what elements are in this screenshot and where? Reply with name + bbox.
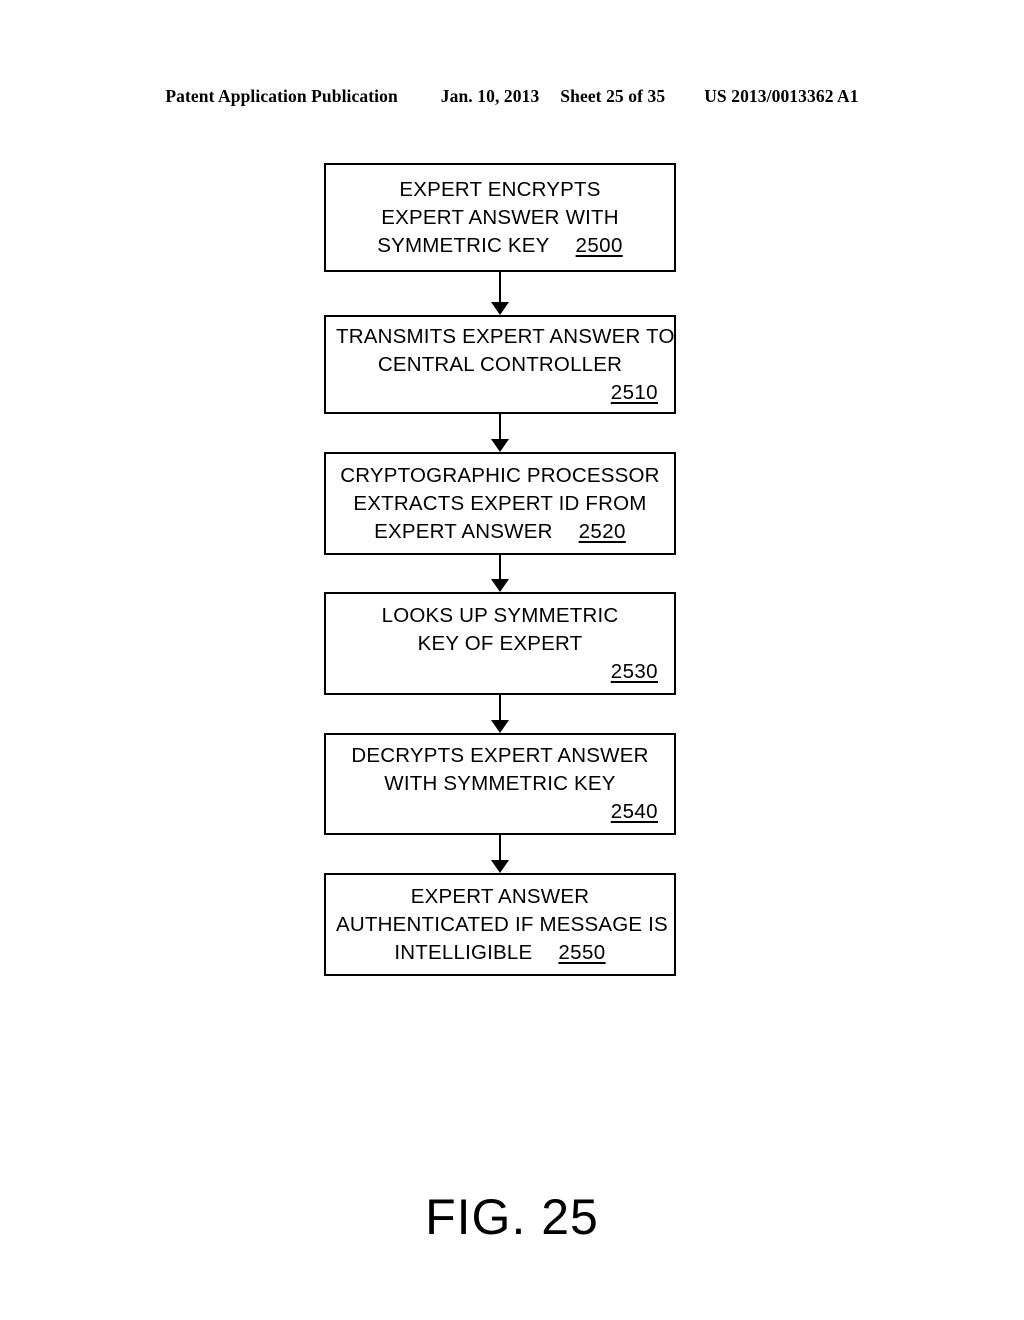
step-text-line: INTELLIGIBLE 2550: [336, 939, 664, 967]
step-text-line: WITH SYMMETRIC KEY: [384, 772, 616, 795]
step-text-line: EXTRACTS EXPERT ID FROM: [353, 491, 647, 515]
step-text-line: TRANSMITS EXPERT ANSWER TO: [336, 324, 675, 348]
step-text-line: EXPERT ANSWER: [374, 519, 553, 543]
step-text-line: KEY OF EXPERT: [417, 631, 583, 655]
step-text-line: DECRYPTS EXPERT ANSWER: [351, 744, 649, 767]
step-text-line: LOOKS UP SYMMETRIC: [381, 603, 619, 627]
step-text-block: CRYPTOGRAPHIC PROCESSOR EXTRACTS EXPERT I…: [336, 462, 664, 546]
flowchart-diagram: EXPERT ENCRYPTS EXPERT ANSWER WITH SYMMETR…: [324, 163, 676, 976]
down-arrow-icon: [324, 555, 676, 592]
flowchart-step-2510: TRANSMITS EXPERT ANSWER TO CENTRAL CONTRO…: [324, 315, 676, 414]
flowchart-step-2530: LOOKS UP SYMMETRIC KEY OF EXPERT 2530: [324, 592, 676, 695]
step-text-line: CRYPTOGRAPHIC PROCESSOR: [340, 463, 660, 487]
flowchart-step-2500: EXPERT ENCRYPTS EXPERT ANSWER WITH SYMMETR…: [324, 163, 676, 272]
step-text-line: EXPERT ANSWER WITH: [381, 205, 619, 229]
step-text-block: LOOKS UP SYMMETRIC KEY OF EXPERT 2530: [336, 602, 664, 686]
arrow-shaft: [499, 835, 501, 860]
arrow-head: [491, 302, 509, 315]
reference-numeral-line: 2510: [336, 379, 664, 407]
header-sheet-label: Sheet 25 of 35: [560, 86, 666, 106]
step-text-line: SYMMETRIC KEY 2500: [336, 232, 664, 260]
reference-numeral: 2510: [610, 380, 658, 404]
arrow-shaft: [499, 414, 501, 439]
reference-numeral: 2550: [558, 940, 606, 964]
reference-numeral: 2520: [578, 519, 626, 543]
step-text-line: EXPERT ENCRYPTS: [399, 177, 601, 201]
reference-numeral-line: 2530: [336, 658, 664, 686]
reference-numeral-line: 2540: [336, 798, 664, 826]
step-text-line: SYMMETRIC KEY: [377, 233, 550, 257]
step-text-line: CENTRAL CONTROLLER: [377, 352, 623, 376]
step-text-line: AUTHENTICATED IF MESSAGE IS: [336, 912, 668, 936]
figure-caption: FIG. 25: [425, 1189, 599, 1245]
flowchart-step-2550: EXPERT ANSWER AUTHENTICATED IF MESSAGE IS…: [324, 873, 676, 976]
step-text-line: INTELLIGIBLE: [394, 940, 533, 964]
arrow-shaft: [499, 695, 501, 720]
header-publication-label: Patent Application Publication: [165, 86, 398, 106]
down-arrow-icon: [324, 414, 676, 452]
reference-numeral: 2540: [610, 800, 658, 823]
step-text-block: DECRYPTS EXPERT ANSWER WITH SYMMETRIC KEY…: [336, 742, 664, 826]
arrow-head: [491, 720, 509, 733]
step-text-line: EXPERT ANSWER: [410, 884, 590, 908]
step-text-block: TRANSMITS EXPERT ANSWER TO CENTRAL CONTRO…: [336, 323, 675, 407]
header-date-label: Jan. 10, 2013: [440, 86, 540, 106]
down-arrow-icon: [324, 695, 676, 733]
page-header: Patent Application Publication Jan. 10, …: [0, 86, 1024, 107]
reference-numeral: 2530: [610, 659, 658, 683]
reference-numeral: 2500: [575, 233, 623, 257]
arrow-shaft: [499, 272, 501, 302]
arrow-head: [491, 579, 509, 592]
step-text-block: EXPERT ENCRYPTS EXPERT ANSWER WITH SYMMETR…: [336, 176, 664, 260]
flowchart-step-2540: DECRYPTS EXPERT ANSWER WITH SYMMETRIC KEY…: [324, 733, 676, 835]
arrow-shaft: [499, 555, 501, 579]
arrow-head: [491, 860, 509, 873]
arrow-head: [491, 439, 509, 452]
flowchart-step-2520: CRYPTOGRAPHIC PROCESSOR EXTRACTS EXPERT I…: [324, 452, 676, 555]
step-text-block: EXPERT ANSWER AUTHENTICATED IF MESSAGE IS…: [336, 883, 668, 967]
header-patent-number-label: US 2013/0013362 A1: [704, 86, 859, 106]
down-arrow-icon: [324, 835, 676, 873]
step-text-line: EXPERT ANSWER 2520: [336, 518, 664, 546]
down-arrow-icon: [324, 272, 676, 315]
